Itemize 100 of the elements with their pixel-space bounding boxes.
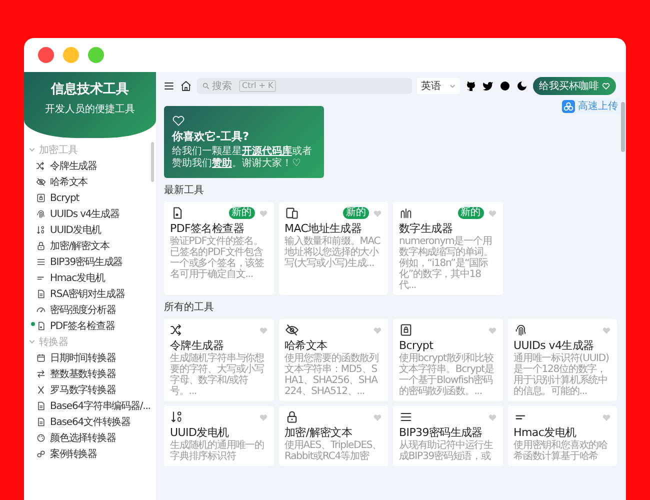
sidebar-item[interactable]: 加密/解密文本 bbox=[28, 238, 154, 254]
tool-card[interactable]: BIP39密码生成器 从现有助记符中运行生成BIP39密码短语，或 bbox=[393, 406, 502, 466]
tool-card[interactable]: 令牌生成器 生成随机字符串与你想要的字符、大写或小写字母、数字和/或符号。... bbox=[164, 319, 274, 401]
eye-slash-icon bbox=[36, 177, 46, 187]
promo-link[interactable]: 开源代码库 bbox=[242, 146, 292, 157]
heart-icon[interactable] bbox=[488, 412, 496, 422]
sidebar-item[interactable]: Base64文件转换器 bbox=[28, 414, 154, 430]
tool-card[interactable]: 哈希文本 使用您需要的函数散列文本字符串：MD5、SHA1、SHA256、SHA224、SHA512、... bbox=[278, 319, 388, 401]
document-icon bbox=[36, 417, 46, 427]
sidebar-item[interactable]: Bcrypt bbox=[28, 190, 154, 206]
sidebar-item[interactable]: PDF签名检查器 bbox=[28, 318, 154, 334]
document-icon bbox=[36, 401, 46, 411]
scrollbar[interactable] bbox=[151, 142, 154, 182]
donate-button[interactable]: 给我买杯咖啡 bbox=[533, 77, 616, 95]
sidebar-item[interactable]: UUID发电机 bbox=[28, 222, 154, 238]
heart-icon[interactable] bbox=[373, 412, 382, 422]
search-icon bbox=[202, 82, 210, 90]
bird-icon[interactable] bbox=[482, 80, 494, 92]
sidebar-item[interactable]: 整数基数转换器 bbox=[28, 366, 154, 382]
tool-card[interactable]: 新的 MAC地址生成器 输入数量和前缀。MAC地址将以您选择的大小写(大写或小写)生成... bbox=[278, 202, 388, 295]
tool-card[interactable]: 新的 PDF签名检查器 验证PDF文件的签名。已签名的PDF文件包含一个或多个签名，该签名可用于确定自文... bbox=[164, 202, 274, 295]
lock-square-icon bbox=[399, 323, 413, 337]
promo-link[interactable]: 赞助 bbox=[212, 158, 232, 169]
section-heading: 所有的工具 bbox=[164, 302, 215, 314]
circles-icon bbox=[562, 100, 575, 112]
sidebar-item[interactable]: 日期时间转换器 bbox=[28, 350, 154, 366]
minimize-control[interactable] bbox=[63, 47, 79, 63]
sidebar-item[interactable]: RSA密钥对生成器 bbox=[28, 286, 154, 302]
chain-icon bbox=[36, 449, 46, 459]
palette-icon bbox=[36, 433, 46, 443]
tool-card[interactable]: 新的 数字生成器 numeronym是一个用数字构成缩写的单词。例如，“i18n”是“国际化”的数字，其中18代... bbox=[393, 202, 502, 295]
tool-description: 验证PDF文件的签名。已签名的PDF文件包含一个或多个签名，该签名可用于确定自文... bbox=[170, 236, 266, 280]
tool-title: 令牌生成器 bbox=[170, 339, 225, 352]
tool-description: 使用您需要的函数散列文本字符串：MD5、SHA1、SHA256、SHA224、SHA512、... bbox=[284, 353, 380, 397]
devices-icon bbox=[284, 206, 298, 220]
sort-arrow-icon bbox=[170, 410, 184, 424]
heart-icon[interactable] bbox=[373, 326, 382, 334]
tool-title: 数字生成器 bbox=[399, 222, 454, 235]
sidebar-item[interactable]: 案例转换器 bbox=[28, 446, 154, 462]
tool-card[interactable]: UUIDs v4生成器 通用唯一标识符(UUID)是一个128位的数字，用于识别计算机系统中的信息。可能的... bbox=[508, 319, 617, 401]
heart-icon[interactable] bbox=[373, 208, 382, 218]
tool-card[interactable]: Bcrypt 使用bcrypt散列和比较文本字符串。Bcrypt是一个基于Blowfish密码的密码散列函数。... bbox=[393, 319, 502, 401]
tool-title: Bcrypt bbox=[399, 339, 434, 352]
heart-icon[interactable] bbox=[488, 326, 496, 334]
maximize-control[interactable] bbox=[88, 47, 104, 63]
heart-icon[interactable] bbox=[602, 412, 611, 422]
heart-icon[interactable] bbox=[602, 326, 611, 334]
tool-description: 输入数量和前缀。MAC地址将以您选择的大小写(大写或小写)生成... bbox=[284, 236, 382, 269]
shuffle-icon bbox=[170, 323, 184, 337]
caret-icon bbox=[449, 82, 456, 90]
sidebar-item[interactable]: 哈希文本 bbox=[28, 174, 154, 190]
tool-title: BIP39密码生成器 bbox=[399, 426, 484, 439]
tool-card[interactable]: 加密/解密文本 使用AES、TripleDES、Rabbit或RC4等加密 bbox=[278, 406, 388, 466]
heart-icon[interactable] bbox=[258, 326, 268, 334]
heart-icon[interactable] bbox=[488, 208, 496, 218]
chevron-icon bbox=[28, 338, 36, 346]
gauge-icon bbox=[36, 305, 46, 315]
sort-arrow-icon bbox=[36, 225, 46, 235]
fingerprint-icon bbox=[514, 323, 528, 337]
tool-title: UUID发电机 bbox=[170, 426, 230, 439]
moon-icon[interactable] bbox=[516, 80, 528, 92]
new-badge: 新的 bbox=[228, 207, 254, 219]
lock-square-icon bbox=[36, 193, 46, 203]
calendar-icon bbox=[36, 353, 46, 363]
tool-title: 加密/解密文本 bbox=[284, 426, 354, 439]
tool-description: 使用AES、TripleDES、Rabbit或RC4等加密 bbox=[284, 440, 382, 462]
sidebar-item[interactable]: 罗马数字转换器 bbox=[28, 382, 154, 398]
tool-card[interactable]: UUID发电机 生成随机的通用唯一的字典排序标识符 bbox=[164, 406, 274, 466]
sidebar-item[interactable]: 颜色选择转换器 bbox=[28, 430, 154, 446]
close-control[interactable] bbox=[38, 47, 54, 63]
sidebar-item[interactable]: 令牌生成器 bbox=[28, 158, 154, 174]
promo-title: 你喜欢它-工具? bbox=[172, 129, 250, 144]
tool-description: 生成随机的通用唯一的字典排序标识符 bbox=[170, 440, 266, 462]
heart-icon bbox=[602, 82, 610, 90]
heart-icon[interactable] bbox=[258, 208, 268, 218]
new-badge: 新的 bbox=[343, 207, 369, 219]
eye-slash-icon bbox=[284, 323, 298, 337]
file-badge-icon bbox=[36, 321, 46, 331]
shortcut-hint: Ctrl + K bbox=[239, 80, 276, 92]
home-icon[interactable] bbox=[180, 80, 192, 92]
sidebar-item[interactable]: Base64字符串编码器/... bbox=[28, 398, 154, 414]
heart-icon bbox=[172, 114, 185, 127]
app-title: 信息技术工具 bbox=[51, 81, 129, 98]
tool-description: numeronym是一个用数字构成缩写的单词。例如，“i18n”是“国际化”的数字，其中18代... bbox=[399, 236, 494, 291]
sidebar-item[interactable]: BIP39密码生成器 bbox=[28, 254, 154, 270]
document-icon bbox=[36, 289, 46, 299]
lines-icon bbox=[36, 257, 46, 267]
scrollbar[interactable] bbox=[621, 102, 625, 152]
sidebar-item[interactable]: Hmac发电机 bbox=[28, 270, 154, 286]
language-select[interactable]: 英语 bbox=[417, 78, 460, 94]
sidebar-item[interactable]: UUIDs v4生成器 bbox=[28, 206, 154, 222]
tool-card[interactable]: Hmac发电机 使用密钥和您喜欢的哈希函数计算基于哈希 bbox=[508, 406, 617, 466]
shuffle-icon bbox=[36, 161, 46, 171]
sidebar-item[interactable]: 密码强度分析器 bbox=[28, 302, 154, 318]
tool-title: 哈希文本 bbox=[284, 339, 328, 352]
padlock-icon bbox=[36, 241, 46, 251]
tool-title: Hmac发电机 bbox=[514, 426, 578, 439]
menu-icon[interactable] bbox=[163, 80, 175, 92]
app-subtitle: 开发人员的便捷工具 bbox=[45, 102, 135, 116]
heart-icon[interactable] bbox=[258, 412, 268, 422]
